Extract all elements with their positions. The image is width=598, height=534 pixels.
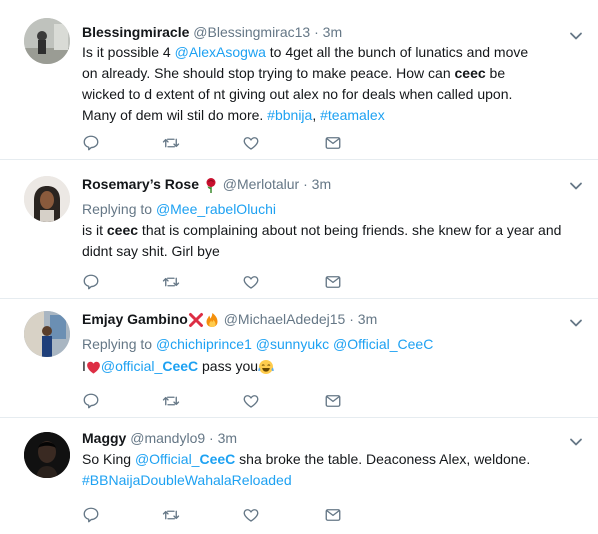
tweet-actions bbox=[82, 134, 382, 154]
separator-dot: · bbox=[303, 176, 308, 192]
chevron-down-icon[interactable] bbox=[568, 315, 584, 331]
display-name[interactable]: Blessingmiracle bbox=[82, 24, 189, 40]
mention-link[interactable]: @AlexAsogwa bbox=[175, 44, 266, 60]
avatar[interactable] bbox=[24, 18, 70, 64]
text-segment: sha broke the table. Deaconess Alex, wel… bbox=[235, 451, 531, 467]
text-segment: is it bbox=[82, 222, 107, 238]
replying-to: Replying to @chichiprince1 @sunnyukc @Of… bbox=[82, 336, 433, 352]
text-segment: So King bbox=[82, 451, 135, 467]
tweet-text: I @official_CeeC pass you bbox=[82, 356, 542, 377]
avatar[interactable] bbox=[24, 176, 70, 222]
mention-link[interactable]: @chichiprince1 bbox=[156, 336, 252, 352]
avatar[interactable] bbox=[24, 311, 70, 357]
replying-to: Replying to @Mee_rabelOluchi bbox=[82, 201, 276, 217]
dm-icon[interactable] bbox=[324, 506, 342, 524]
fire-emoji bbox=[206, 313, 218, 328]
mention-highlight[interactable]: CeeC bbox=[199, 451, 235, 467]
mention-link[interactable]: @Official_ bbox=[135, 451, 200, 467]
highlighted-keyword: ceec bbox=[454, 65, 486, 81]
mention-link[interactable]: @official_ bbox=[101, 358, 162, 374]
text-segment: that is complaining about not being frie… bbox=[82, 222, 562, 259]
text-segment: Is it possible 4 bbox=[82, 44, 175, 60]
tweet-feed: Blessingmiracle @Blessingmirac13 · 3m Is… bbox=[0, 0, 598, 534]
chevron-down-icon[interactable] bbox=[568, 28, 584, 44]
red-heart-emoji bbox=[87, 361, 100, 374]
rose-emoji bbox=[206, 178, 216, 194]
timestamp[interactable]: 3m bbox=[312, 176, 331, 192]
tweet-header: Maggy @mandylo9 · 3m bbox=[82, 430, 237, 446]
retweet-icon[interactable] bbox=[162, 506, 180, 524]
mention-link[interactable]: @sunnyukc bbox=[256, 336, 329, 352]
tweet-text: So King @Official_CeeC sha broke the tab… bbox=[82, 449, 542, 491]
like-icon[interactable] bbox=[242, 506, 260, 524]
dm-icon[interactable] bbox=[324, 134, 342, 152]
timestamp[interactable]: 3m bbox=[218, 430, 237, 446]
reply-icon[interactable] bbox=[82, 273, 100, 291]
tweet-text: Is it possible 4 @AlexAsogwa to 4get all… bbox=[82, 42, 542, 126]
tweet-actions bbox=[82, 273, 382, 293]
tweet-text: is it ceec that is complaining about not… bbox=[82, 220, 562, 262]
tweet[interactable]: Emjay Gambino @MichaelAdedej15 · 3m Repl… bbox=[0, 299, 598, 418]
retweet-icon[interactable] bbox=[162, 392, 180, 410]
tweet[interactable]: Maggy @mandylo9 · 3m So King @Official_C… bbox=[0, 418, 598, 534]
display-name[interactable]: Maggy bbox=[82, 430, 126, 446]
like-icon[interactable] bbox=[242, 392, 260, 410]
dm-icon[interactable] bbox=[324, 273, 342, 291]
mention-link[interactable]: @Mee_rabelOluchi bbox=[156, 201, 276, 217]
tweet-actions bbox=[82, 392, 382, 412]
text-segment: , bbox=[312, 107, 321, 123]
like-icon[interactable] bbox=[242, 273, 260, 291]
like-icon[interactable] bbox=[242, 134, 260, 152]
retweet-icon[interactable] bbox=[162, 134, 180, 152]
tweet[interactable]: Blessingmiracle @Blessingmirac13 · 3m Is… bbox=[0, 0, 598, 160]
reply-icon[interactable] bbox=[82, 392, 100, 410]
retweet-icon[interactable] bbox=[162, 273, 180, 291]
tweet-header: Rosemary’s Rose @Merlotalur · 3m bbox=[82, 176, 331, 194]
chevron-down-icon[interactable] bbox=[568, 178, 584, 194]
username[interactable]: @MichaelAdedej15 bbox=[224, 311, 346, 327]
username[interactable]: @mandylo9 bbox=[130, 430, 205, 446]
mention-link[interactable]: @Official_CeeC bbox=[333, 336, 433, 352]
avatar[interactable] bbox=[24, 432, 70, 478]
highlighted-keyword: ceec bbox=[106, 222, 139, 238]
chevron-down-icon[interactable] bbox=[568, 434, 584, 450]
tears-of-joy-emoji bbox=[258, 360, 274, 375]
replying-label: Replying to bbox=[82, 201, 153, 217]
display-name[interactable]: Rosemary’s Rose bbox=[82, 176, 199, 192]
hashtag-link[interactable]: #bbnija bbox=[267, 107, 312, 123]
reply-icon[interactable] bbox=[82, 506, 100, 524]
mention-highlight[interactable]: CeeC bbox=[162, 358, 198, 374]
cross-mark-emoji bbox=[188, 313, 203, 328]
dm-icon[interactable] bbox=[324, 392, 342, 410]
replying-label: Replying to bbox=[82, 336, 153, 352]
display-name[interactable]: Emjay Gambino bbox=[82, 311, 188, 327]
reply-icon[interactable] bbox=[82, 134, 100, 152]
separator-dot: · bbox=[314, 24, 319, 40]
hashtag-link[interactable]: #teamalex bbox=[320, 107, 385, 123]
separator-dot: · bbox=[209, 430, 214, 446]
tweet[interactable]: Rosemary’s Rose @Merlotalur · 3m Replyin… bbox=[0, 160, 598, 299]
separator-dot: · bbox=[349, 311, 354, 327]
tweet-header: Blessingmiracle @Blessingmirac13 · 3m bbox=[82, 24, 342, 40]
username[interactable]: @Blessingmirac13 bbox=[193, 24, 310, 40]
tweet-actions bbox=[82, 506, 382, 526]
timestamp[interactable]: 3m bbox=[323, 24, 342, 40]
timestamp[interactable]: 3m bbox=[358, 311, 377, 327]
text-segment: pass you bbox=[198, 358, 259, 374]
tweet-header: Emjay Gambino @MichaelAdedej15 · 3m bbox=[82, 311, 377, 328]
hashtag-link[interactable]: #BBNaijaDoubleWahalaReloaded bbox=[82, 472, 292, 488]
username[interactable]: @Merlotalur bbox=[223, 176, 299, 192]
